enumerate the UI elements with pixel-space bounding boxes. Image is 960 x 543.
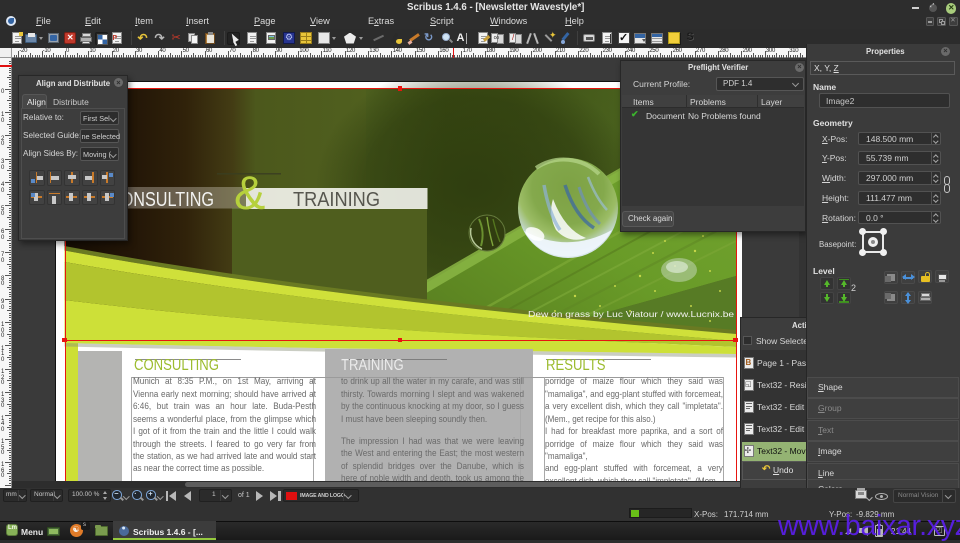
svg-text:Dew on grass by Luc Viatour /: Dew on grass by Luc Viatour / www.Lucnix…	[528, 309, 734, 319]
svg-text:TRAINING: TRAINING	[293, 188, 380, 211]
svg-text:&: &	[234, 166, 265, 219]
